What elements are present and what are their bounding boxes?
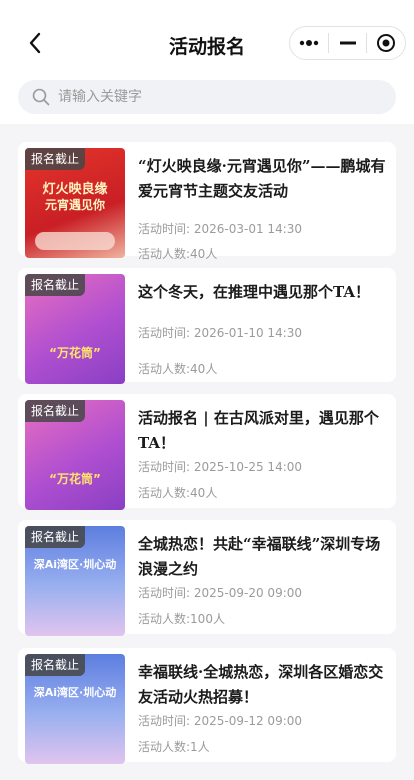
activity-count: 活动人数:40人 bbox=[138, 360, 217, 377]
search-input[interactable] bbox=[58, 89, 358, 105]
count-label: 活动人数: bbox=[138, 247, 191, 261]
count-label: 活动人数: bbox=[138, 486, 191, 500]
activity-title: 这个冬天，在推理中遇见那个TA！ bbox=[138, 283, 370, 301]
count-value: 40人 bbox=[190, 486, 218, 500]
count-value: 100人 bbox=[190, 612, 225, 626]
activity-time: 活动时间: 2026-03-01 14:30 bbox=[138, 220, 302, 237]
mini-program-capsule bbox=[289, 26, 406, 60]
top-bar: 活动报名 bbox=[0, 0, 414, 124]
thumbnail-text: 灯火映良缘 bbox=[42, 182, 108, 197]
thumbnail-subtext: 元宵遇见你 bbox=[44, 198, 105, 212]
activity-thumbnail: 深Ai湾区·圳心动 报名截止 bbox=[25, 654, 125, 764]
status-badge: 报名截止 bbox=[25, 526, 86, 548]
activity-time: 活动时间: 2025-09-20 09:00 bbox=[138, 584, 302, 601]
activity-title: 全城热恋！共赴“幸福联线”深圳专场浪漫之约 bbox=[138, 535, 381, 578]
time-label: 活动时间: bbox=[138, 714, 191, 728]
activity-title: “灯火映良缘·元宵遇见你”——鹏城有爱元宵节主题交友活动 bbox=[138, 157, 386, 200]
time-value: 2025-10-25 14:00 bbox=[193, 460, 303, 474]
thumbnail-decoration bbox=[35, 232, 115, 250]
activity-time: 活动时间: 2025-09-12 09:00 bbox=[138, 712, 302, 729]
time-value: 2025-09-12 09:00 bbox=[193, 714, 303, 728]
search-bar[interactable] bbox=[18, 80, 396, 114]
activity-count: 活动人数:100人 bbox=[138, 610, 225, 627]
time-label: 活动时间: bbox=[138, 326, 191, 340]
target-circle-icon bbox=[377, 34, 396, 52]
activity-thumbnail: 灯火映良缘 元宵遇见你 报名截止 bbox=[25, 148, 125, 258]
activity-title: 活动报名 | 在古风派对里，遇见那个TA！ bbox=[138, 409, 379, 452]
activity-title: 幸福联线·全城热恋，深圳各区婚恋交友活动火热招募！ bbox=[138, 663, 384, 706]
count-value: 1人 bbox=[190, 740, 210, 754]
time-value: 2026-01-10 14:30 bbox=[193, 326, 303, 340]
count-label: 活动人数: bbox=[138, 612, 191, 626]
count-value: 40人 bbox=[190, 362, 218, 376]
minus-icon bbox=[339, 41, 356, 45]
thumbnail-text: 深Ai湾区·圳心动 bbox=[33, 558, 117, 571]
activity-card[interactable]: 深Ai湾区·圳心动 报名截止 全城热恋！共赴“幸福联线”深圳专场浪漫之约 活动时… bbox=[18, 520, 396, 636]
time-value: 2025-09-20 09:00 bbox=[193, 586, 303, 600]
activity-thumbnail: “万花筒” 报名截止 bbox=[25, 400, 125, 510]
activity-count: 活动人数:40人 bbox=[138, 484, 217, 501]
thumbnail-text: “万花筒” bbox=[49, 472, 101, 486]
count-value: 40人 bbox=[190, 247, 218, 261]
activity-thumbnail: 深Ai湾区·圳心动 报名截止 bbox=[25, 526, 125, 636]
activity-card[interactable]: 灯火映良缘 元宵遇见你 报名截止 “灯火映良缘·元宵遇见你”——鹏城有爱元宵节主… bbox=[18, 142, 396, 261]
activity-count: 活动人数:1人 bbox=[138, 738, 210, 755]
status-badge: 报名截止 bbox=[25, 654, 86, 676]
activity-time: 活动时间: 2026-01-10 14:30 bbox=[138, 324, 302, 341]
minimize-button[interactable] bbox=[329, 27, 367, 59]
count-label: 活动人数: bbox=[138, 362, 191, 376]
more-dots-icon bbox=[299, 40, 319, 46]
activity-card[interactable]: “万花筒” 报名截止 这个冬天，在推理中遇见那个TA！ 活动时间: 2026-0… bbox=[18, 268, 396, 384]
more-button[interactable] bbox=[290, 27, 328, 59]
time-value: 2026-03-01 14:30 bbox=[193, 222, 303, 236]
count-label: 活动人数: bbox=[138, 740, 191, 754]
navigation-bar: 活动报名 bbox=[0, 22, 414, 64]
activity-card[interactable]: “万花筒” 报名截止 活动报名 | 在古风派对里，遇见那个TA！ 活动时间: 2… bbox=[18, 394, 396, 510]
time-label: 活动时间: bbox=[138, 222, 191, 236]
time-label: 活动时间: bbox=[138, 586, 191, 600]
time-label: 活动时间: bbox=[138, 460, 191, 474]
activity-card[interactable]: 深Ai湾区·圳心动 报名截止 幸福联线·全城热恋，深圳各区婚恋交友活动火热招募！… bbox=[18, 648, 396, 764]
activity-thumbnail: “万花筒” 报名截止 bbox=[25, 274, 125, 384]
search-icon bbox=[32, 88, 50, 106]
status-badge: 报名截止 bbox=[25, 148, 86, 170]
activity-count: 活动人数:40人 bbox=[138, 245, 217, 262]
activity-time: 活动时间: 2025-10-25 14:00 bbox=[138, 458, 302, 475]
thumbnail-text: “万花筒” bbox=[49, 346, 101, 360]
status-badge: 报名截止 bbox=[25, 274, 86, 296]
close-button[interactable] bbox=[367, 27, 405, 59]
thumbnail-text: 深Ai湾区·圳心动 bbox=[33, 686, 117, 699]
status-badge: 报名截止 bbox=[25, 400, 86, 422]
